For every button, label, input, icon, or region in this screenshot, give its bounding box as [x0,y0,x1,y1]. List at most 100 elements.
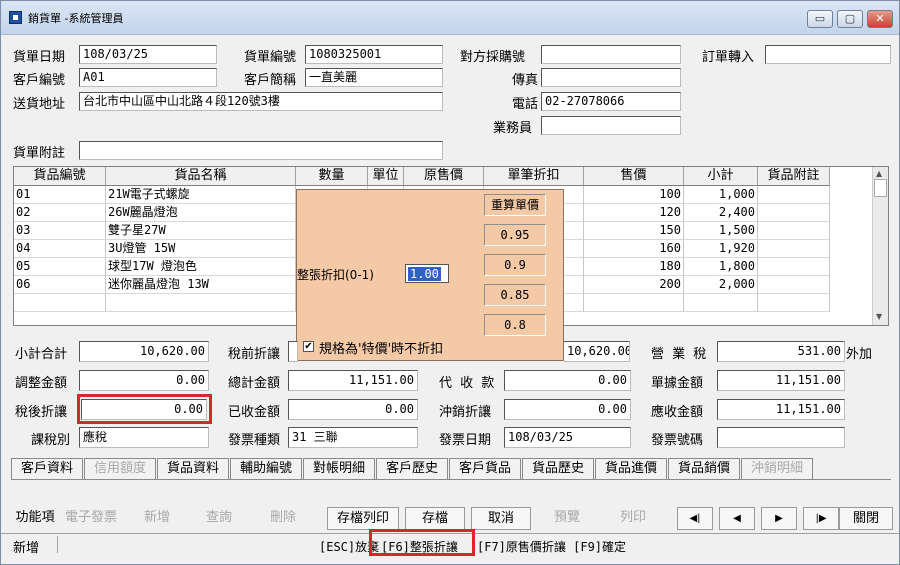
cell-price[interactable]: 180 [584,258,684,276]
cell-sub[interactable]: 2,000 [684,276,758,294]
cell[interactable] [758,276,830,294]
cell-name[interactable]: 3U燈管 15W [106,240,296,258]
cell-price[interactable]: 160 [584,240,684,258]
cell-code[interactable]: 04 [14,240,106,258]
tab-statement[interactable]: 對帳明細 [303,458,375,479]
cell-name[interactable]: 迷你麗晶燈泡 13W [106,276,296,294]
tab-aux-code[interactable]: 輔助編號 [230,458,302,479]
print-button[interactable]: 列印 [603,507,663,530]
invno-field[interactable] [717,427,845,448]
cell-code[interactable]: 05 [14,258,106,276]
minimize-button[interactable]: ▭ [807,10,833,28]
empty-cell[interactable] [14,294,106,312]
close-button[interactable]: 關閉 [839,507,893,530]
col-price[interactable]: 售價 [584,167,684,186]
cell-sub[interactable]: 1,000 [684,186,758,204]
discount-095-button[interactable]: 0.95 [484,224,546,246]
close-window-button[interactable]: ✕ [867,10,893,28]
empty-cell[interactable] [684,294,758,312]
cell[interactable] [758,258,830,276]
order-no-field[interactable]: 1080325001 [305,45,443,64]
cell-sub[interactable]: 1,920 [684,240,758,258]
special-price-checkbox[interactable]: ✔ [303,341,314,352]
discount-080-button[interactable]: 0.8 [484,314,546,336]
empty-cell[interactable] [758,294,830,312]
col-code[interactable]: 貨品編號 [14,167,106,186]
customer-short-field[interactable]: 一直美麗 [305,68,443,87]
maximize-button[interactable]: ▢ [837,10,863,28]
cell-code[interactable]: 02 [14,204,106,222]
cell-name[interactable]: 26W麗晶燈泡 [106,204,296,222]
discount-090-button[interactable]: 0.9 [484,254,546,276]
empty-cell[interactable] [106,294,296,312]
cell-price[interactable]: 120 [584,204,684,222]
grid-scrollbar[interactable]: ▲ ▼ [872,167,888,325]
col-orig-price[interactable]: 原售價 [404,167,484,186]
po-field[interactable] [541,45,681,64]
scroll-down-icon[interactable]: ▼ [876,312,882,321]
tab-customer-info[interactable]: 客戶資料 [11,458,83,479]
col-subtotal[interactable]: 小計 [684,167,758,186]
cell[interactable] [758,222,830,240]
save-print-button[interactable]: 存檔列印 [327,507,399,530]
taxtype-field[interactable]: 應稅 [79,427,209,448]
cancel-button[interactable]: 取消 [471,507,531,530]
tab-customer-products[interactable]: 客戶貨品 [449,458,521,479]
cell-name[interactable]: 雙子星27W [106,222,296,240]
next-record-icon[interactable]: ▶ [761,507,797,530]
einvoice-button[interactable]: 電子發票 [59,507,123,530]
tab-customer-history[interactable]: 客戶歷史 [376,458,448,479]
cell-code[interactable]: 06 [14,276,106,294]
col-note[interactable]: 貨品附註 [758,167,830,186]
cell[interactable] [758,186,830,204]
tel-field[interactable]: 02-27078066 [541,92,681,111]
cell-price[interactable]: 150 [584,222,684,240]
cell-name[interactable]: 21W電子式螺旋 [106,186,296,204]
cell-code[interactable]: 03 [14,222,106,240]
cell[interactable] [758,204,830,222]
tab-product-info[interactable]: 貨品資料 [157,458,229,479]
collect-field[interactable]: 0.00 [504,370,631,391]
customer-code-field[interactable]: A01 [79,68,217,87]
preview-button[interactable]: 預覽 [537,507,597,530]
prev-record-icon[interactable]: ◀ [719,507,755,530]
discount-085-button[interactable]: 0.85 [484,284,546,306]
tab-product-price[interactable]: 貨品銷價 [668,458,740,479]
tab-offset-detail[interactable]: 沖銷明細 [741,458,813,479]
save-button[interactable]: 存檔 [405,507,465,530]
cell-code[interactable]: 01 [14,186,106,204]
first-record-icon[interactable]: ◀| [677,507,713,530]
cell-sub[interactable]: 1,500 [684,222,758,240]
salesperson-field[interactable] [541,116,681,135]
empty-cell[interactable] [584,294,684,312]
delete-button[interactable]: 刪除 [253,507,313,530]
cell-sub[interactable]: 2,400 [684,204,758,222]
cell-price[interactable]: 100 [584,186,684,204]
cell-sub[interactable]: 1,800 [684,258,758,276]
cell-name[interactable]: 球型17W 燈泡色 [106,258,296,276]
fax-field[interactable] [541,68,681,87]
col-unit[interactable]: 單位 [368,167,404,186]
col-qty[interactable]: 數量 [296,167,368,186]
pretax-field[interactable] [288,341,298,362]
invdate-field[interactable]: 108/03/25 [504,427,631,448]
adjust-field[interactable]: 0.00 [79,370,209,391]
scroll-up-icon[interactable]: ▲ [876,169,882,178]
tab-product-history[interactable]: 貨品歷史 [522,458,594,479]
note-field[interactable] [79,141,443,160]
recalc-button[interactable]: 重算單價 [484,194,546,216]
col-name[interactable]: 貨品名稱 [106,167,296,186]
scroll-thumb[interactable] [874,179,887,197]
new-button[interactable]: 新增 [129,507,185,530]
tab-product-cost[interactable]: 貨品進價 [595,458,667,479]
cell[interactable] [758,240,830,258]
tab-credit-limit[interactable]: 信用額度 [84,458,156,479]
last-record-icon[interactable]: |▶ [803,507,839,530]
order-import-field[interactable] [765,45,891,64]
col-discount[interactable]: 單筆折扣 [484,167,584,186]
address-field[interactable]: 台北市中山區中山北路４段120號3樓 [79,92,443,111]
date-field[interactable]: 108/03/25 [79,45,217,64]
invtype-field[interactable]: 31 三聯 [288,427,418,448]
cell-price[interactable]: 200 [584,276,684,294]
discount-input[interactable]: 1.00 [405,264,449,283]
